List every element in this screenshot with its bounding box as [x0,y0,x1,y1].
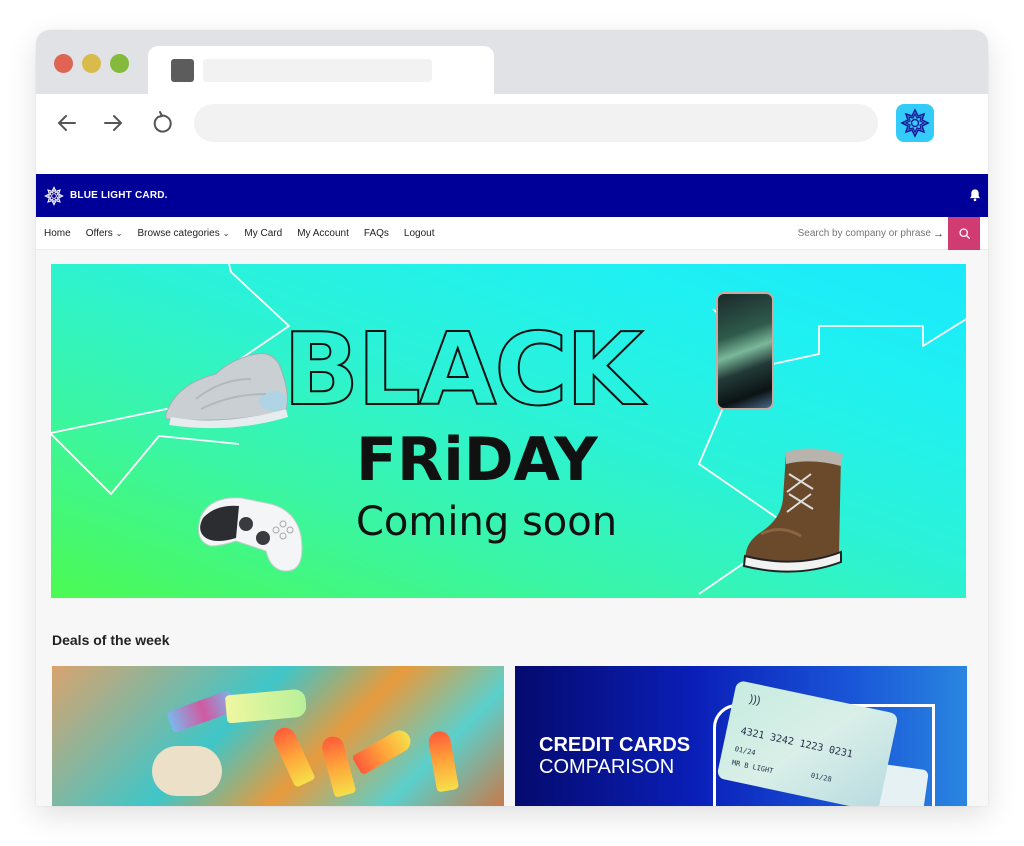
deal-title: CREDIT CARDS [539,734,691,756]
popsicle-graphic [319,734,357,798]
arrow-right-icon: → [933,227,944,240]
nav-my-account-label: My Account [297,227,349,239]
nav-offers-label: Offers [85,227,113,239]
winter-boot-image [741,444,851,574]
search-button[interactable] [948,217,980,250]
tab-bar [36,30,988,96]
chevron-down-icon: ⌄ [222,228,230,238]
credit-cards-comparison-deal-card[interactable]: ))) 4321 3242 1223 0231 01/24 01/28 MR B… [515,666,967,806]
blue-light-star-icon [44,185,64,206]
search-input[interactable] [796,228,931,239]
reload-icon [153,111,172,133]
brand-logo[interactable]: BLUE LIGHT CARD. [44,185,168,206]
deal-subtitle: COMPARISON [539,756,675,778]
nav-logout-label: Logout [403,227,435,239]
smartphone-image [716,292,774,410]
back-button[interactable] [53,109,81,137]
nav-browse-categories-label: Browse categories [137,227,220,239]
tab-title [203,59,432,82]
card-expiry: 01/28 [810,771,833,784]
ice-cream-scoops-graphic [152,746,222,796]
black-friday-banner[interactable]: BLACK FRiDAY Coming soon [51,264,966,598]
notification-bell-icon[interactable] [968,188,982,202]
nav-home-label: Home [44,227,71,239]
nav-faqs[interactable]: FAQs [364,228,389,239]
nav-offers[interactable]: Offers ⌄ [86,228,123,239]
card-valid-from: 01/24 [733,745,757,758]
minimize-window-button[interactable] [82,54,101,73]
chevron-down-icon: ⌄ [115,228,123,238]
nav-my-card-label: My Card [244,227,283,239]
popsicle-graphic [426,729,460,793]
web-page: BLUE LIGHT CARD. Home Offers ⌄ Browse cat… [36,174,988,806]
popsicle-graphic [224,688,308,724]
maximize-window-button[interactable] [110,54,129,73]
ice-lollies-deal-card[interactable] [52,666,504,806]
search-bar: → [796,217,980,250]
extension-button[interactable] [896,104,934,142]
nav-my-card[interactable]: My Card [244,228,282,239]
sneaker-image [161,339,296,434]
browser-window: BLUE LIGHT CARD. Home Offers ⌄ Browse cat… [36,30,988,806]
search-icon [958,228,970,240]
hero-title-friday: FRiDAY [356,425,598,495]
contactless-icon: ))) [748,693,762,708]
brand-name: BLUE LIGHT CARD. [70,190,168,201]
hero-subtitle: Coming soon [356,499,618,545]
popsicle-graphic [270,724,316,788]
nav-logout[interactable]: Logout [404,228,435,239]
popsicle-graphic [351,726,415,776]
nav-my-account[interactable]: My Account [297,228,349,239]
browser-toolbar [36,94,988,174]
brand-header: BLUE LIGHT CARD. [36,174,988,217]
hero-title-black: BLACK [282,311,644,428]
main-navigation: Home Offers ⌄ Browse categories ⌄ My Card … [36,217,988,250]
card-number: 4321 3242 1223 0231 [739,725,854,761]
blue-light-star-icon [900,108,930,138]
nav-faqs-label: FAQs [363,227,389,239]
nav-home[interactable]: Home [44,228,71,239]
favicon-icon [171,59,194,82]
arrow-left-icon [58,115,76,131]
close-window-button[interactable] [54,54,73,73]
arrow-right-icon [104,115,122,131]
address-bar[interactable] [194,104,878,142]
nav-browse-categories[interactable]: Browse categories ⌄ [137,228,229,239]
game-controller-image [191,476,306,576]
card-holder-name: MR B LIGHT [731,758,774,776]
deals-section-title: Deals of the week [52,632,170,648]
browser-tab[interactable] [148,46,494,96]
reload-button[interactable] [148,109,176,137]
forward-button[interactable] [99,109,127,137]
